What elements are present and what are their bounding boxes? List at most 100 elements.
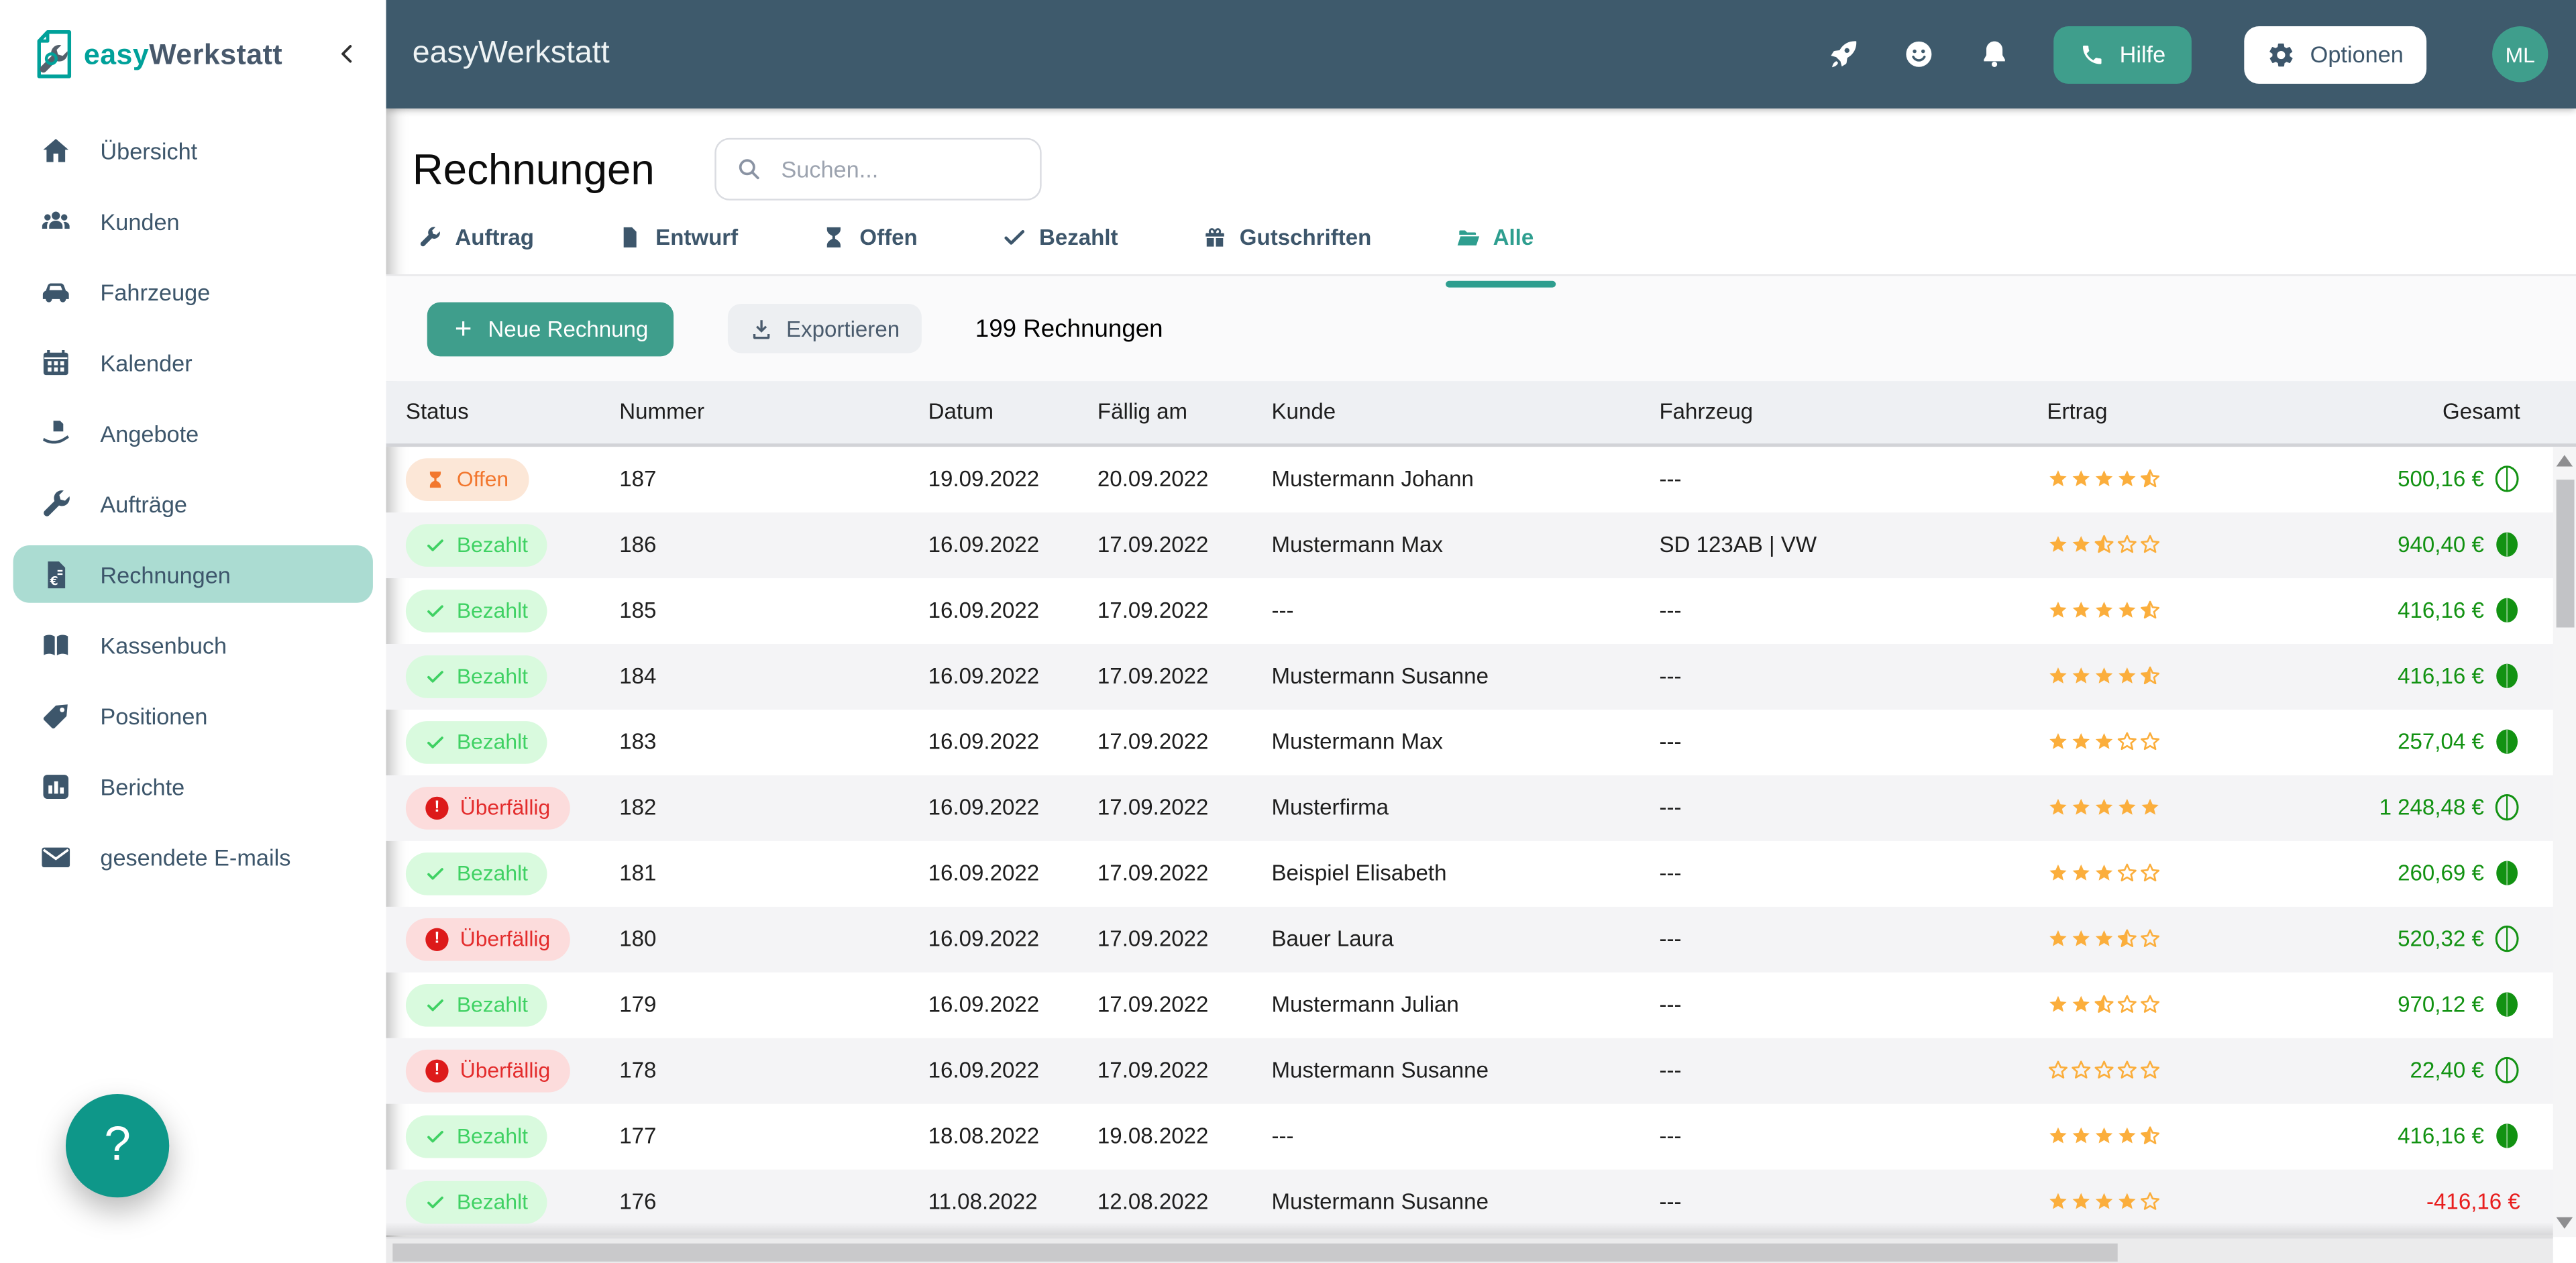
status-label: Bezahlt xyxy=(457,1189,528,1214)
payment-complete-icon xyxy=(2494,596,2520,624)
status-label: Bezahlt xyxy=(457,532,528,557)
home-icon xyxy=(40,134,72,167)
tab-alle[interactable]: Alle xyxy=(1455,220,1542,274)
table-body: Offen 187 19.09.2022 20.09.2022 Musterma… xyxy=(386,446,2576,1263)
invoice-row-183[interactable]: Bezahlt 183 16.09.2022 17.09.2022 Muster… xyxy=(386,709,2576,775)
sidebar-item-gesendete-emails[interactable]: gesendete E-mails xyxy=(13,828,373,885)
book-icon xyxy=(40,628,72,661)
vehicle: --- xyxy=(1659,1058,2047,1083)
wrench-icon xyxy=(417,225,442,250)
tab-offen[interactable]: Offen xyxy=(822,220,926,274)
status-label: Bezahlt xyxy=(457,992,528,1017)
payment-complete-icon xyxy=(2494,1122,2520,1150)
help-fab-button[interactable]: ? xyxy=(66,1094,169,1197)
sidebar-item-kassenbuch[interactable]: Kassenbuch xyxy=(13,616,373,673)
total-amount: -416,16 € xyxy=(2426,1189,2520,1214)
payment-complete-icon xyxy=(2494,662,2520,690)
scroll-down-arrow[interactable] xyxy=(2557,1217,2573,1229)
rocket-icon[interactable] xyxy=(1825,37,1860,71)
total-amount: 500,16 € xyxy=(2398,467,2484,492)
payment-open-icon xyxy=(2494,793,2520,822)
new-invoice-button[interactable]: Neue Rechnung xyxy=(427,301,673,355)
tab-bezahlt[interactable]: Bezahlt xyxy=(1002,220,1126,274)
scroll-up-arrow[interactable] xyxy=(2557,454,2573,465)
sidebar-item-uebersicht[interactable]: Übersicht xyxy=(13,121,373,179)
invoice-row-187[interactable]: Offen 187 19.09.2022 20.09.2022 Musterma… xyxy=(386,446,2576,512)
app-window: easyWerkstatt Übersicht Kunden Fahrzeuge… xyxy=(0,0,2576,1263)
sidebar-item-angebote[interactable]: Angebote xyxy=(13,404,373,461)
rating-stars xyxy=(2047,796,2293,818)
sidebar-item-fahrzeuge[interactable]: Fahrzeuge xyxy=(13,263,373,321)
invoice-row-182[interactable]: !Überfällig 182 16.09.2022 17.09.2022 Mu… xyxy=(386,775,2576,840)
tab-gutschriften[interactable]: Gutschriften xyxy=(1201,220,1379,274)
invoice-row-185[interactable]: Bezahlt 185 16.09.2022 17.09.2022 --- --… xyxy=(386,578,2576,643)
check-icon xyxy=(425,535,445,554)
vertical-scrollbar[interactable] xyxy=(2553,446,2576,1237)
payment-open-icon xyxy=(2494,925,2520,953)
invoice-number: 185 xyxy=(619,598,928,622)
sidebar-collapse-button[interactable] xyxy=(330,38,363,70)
total-amount: 257,04 € xyxy=(2398,729,2484,754)
invoice-row-179[interactable]: Bezahlt 179 16.09.2022 17.09.2022 Muster… xyxy=(386,972,2576,1038)
star-full-icon xyxy=(2116,665,2138,687)
user-avatar[interactable]: ML xyxy=(2492,26,2548,82)
sidebar-item-kalender[interactable]: Kalender xyxy=(13,333,373,391)
payment-complete-icon xyxy=(2494,728,2520,756)
total-amount: 520,32 € xyxy=(2398,926,2484,951)
smiley-icon[interactable] xyxy=(1901,37,1935,71)
invoice-date: 11.08.2022 xyxy=(928,1189,1097,1214)
customer-name: Mustermann Julian xyxy=(1272,992,1660,1017)
due-date: 17.09.2022 xyxy=(1097,795,1272,820)
invoice-count: 199 Rechnungen xyxy=(975,315,1163,343)
star-full-icon xyxy=(2070,1191,2092,1213)
invoice-row-178[interactable]: !Überfällig 178 16.09.2022 17.09.2022 Mu… xyxy=(386,1038,2576,1103)
sidebar-item-positionen[interactable]: Positionen xyxy=(13,687,373,745)
invoice-date: 16.09.2022 xyxy=(928,663,1097,688)
invoice-row-177[interactable]: Bezahlt 177 18.08.2022 19.08.2022 --- --… xyxy=(386,1103,2576,1168)
rating-stars xyxy=(2047,599,2293,621)
star-empty-icon xyxy=(2047,1059,2069,1081)
invoice-row-181[interactable]: Bezahlt 181 16.09.2022 17.09.2022 Beispi… xyxy=(386,840,2576,906)
rating-stars xyxy=(2047,928,2293,950)
invoice-row-176[interactable]: Bezahlt 176 11.08.2022 12.08.2022 Muster… xyxy=(386,1168,2576,1234)
tab-label: Gutschriften xyxy=(1240,225,1372,250)
sidebar-item-rechnungen[interactable]: € Rechnungen xyxy=(13,545,373,603)
check-icon xyxy=(425,1192,445,1211)
invoice-number: 179 xyxy=(619,992,928,1017)
status-badge: Bezahlt xyxy=(406,589,548,632)
vertical-scrollbar-thumb[interactable] xyxy=(2555,479,2573,626)
search-input[interactable] xyxy=(778,154,1021,184)
tab-entwurf[interactable]: Entwurf xyxy=(618,220,747,274)
invoice-row-186[interactable]: Bezahlt 186 16.09.2022 17.09.2022 Muster… xyxy=(386,512,2576,578)
star-full-icon xyxy=(2116,599,2138,621)
horizontal-scrollbar[interactable] xyxy=(386,1237,2553,1263)
plus-icon xyxy=(451,317,474,340)
help-button[interactable]: Hilfe xyxy=(2054,25,2192,83)
total-amount: 260,69 € xyxy=(2398,861,2484,885)
sidebar-item-berichte[interactable]: Berichte xyxy=(13,757,373,815)
star-full-icon xyxy=(2047,468,2069,490)
status-badge: Bezahlt xyxy=(406,655,548,698)
star-full-icon xyxy=(2093,730,2115,753)
sidebar-item-kunden[interactable]: Kunden xyxy=(13,193,373,250)
export-button[interactable]: Exportieren xyxy=(727,304,921,353)
options-button[interactable]: Optionen xyxy=(2245,25,2426,83)
invoice-date: 16.09.2022 xyxy=(928,729,1097,754)
vehicle: --- xyxy=(1659,992,2047,1017)
invoice-icon: € xyxy=(40,557,72,590)
star-full-icon xyxy=(2070,993,2092,1015)
tab-label: Entwurf xyxy=(655,225,738,250)
bell-icon[interactable] xyxy=(1977,37,2011,71)
status-badge: Bezahlt xyxy=(406,852,548,895)
sidebar-item-auftraege[interactable]: Aufträge xyxy=(13,475,373,533)
invoice-row-184[interactable]: Bezahlt 184 16.09.2022 17.09.2022 Muster… xyxy=(386,643,2576,709)
horizontal-scrollbar-thumb[interactable] xyxy=(392,1243,2117,1261)
svg-text:€: € xyxy=(50,574,58,588)
total-amount: 416,16 € xyxy=(2398,598,2484,622)
logo-icon xyxy=(34,30,74,78)
toolbar: Neue Rechnung Exportieren 199 Rechnungen xyxy=(386,276,2576,381)
invoice-row-180[interactable]: !Überfällig 180 16.09.2022 17.09.2022 Ba… xyxy=(386,906,2576,972)
star-empty-icon xyxy=(2139,928,2161,950)
tab-auftrag[interactable]: Auftrag xyxy=(417,220,542,274)
exclamation-icon: ! xyxy=(425,1058,448,1081)
